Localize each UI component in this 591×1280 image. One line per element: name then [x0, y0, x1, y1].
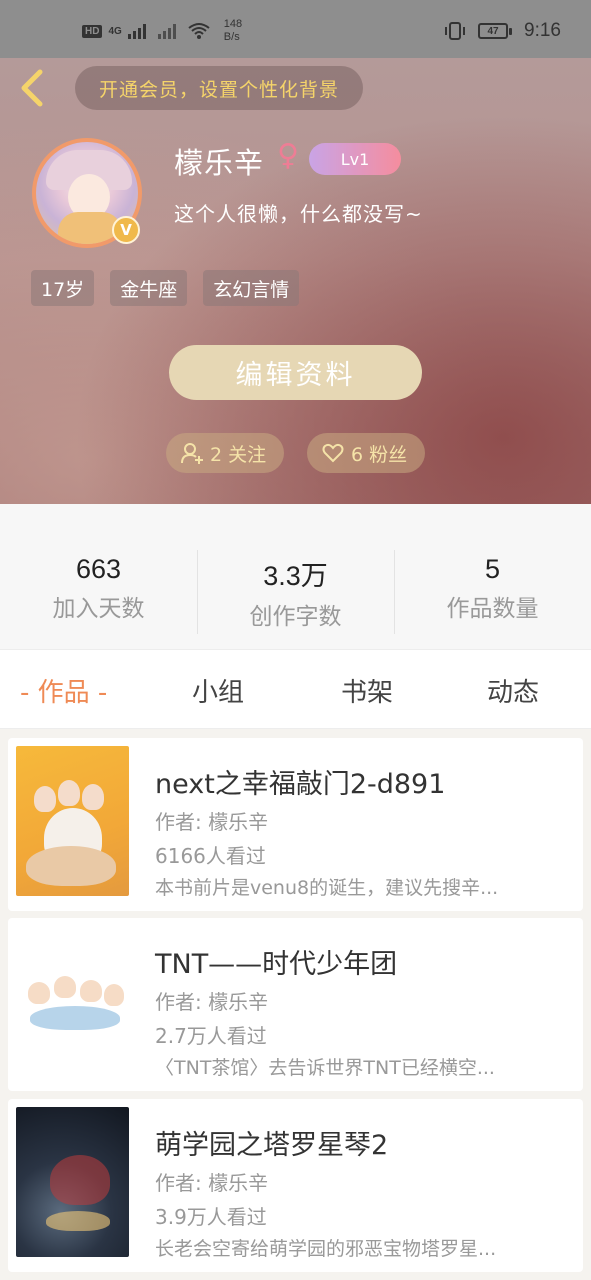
work-title: 萌学园之塔罗星琴2 — [155, 1130, 389, 1161]
signal-icon — [127, 23, 146, 39]
work-author: 作者: 檬乐辛 — [155, 990, 269, 1014]
tag-age: 17岁 — [31, 270, 95, 306]
tab-groups[interactable]: 小组 — [192, 672, 244, 709]
following-button[interactable]: 2 关注 — [166, 433, 284, 473]
stat-works-label: 作品数量 — [446, 596, 539, 622]
female-icon: ♀ — [277, 138, 299, 173]
vibrate-icon — [445, 22, 466, 40]
work-views: 6166人看过 — [155, 844, 266, 868]
work-author: 作者: 檬乐辛 — [155, 1171, 269, 1195]
battery-level: 47 — [478, 23, 509, 39]
work-cover — [16, 926, 129, 1076]
work-title: next之幸福敲门2-d891 — [155, 769, 446, 800]
stat-works: 5 作品数量 — [394, 554, 591, 623]
speed-value: 148 — [223, 18, 243, 30]
work-views: 3.9万人看过 — [155, 1205, 267, 1229]
status-right: 47 9:16 — [444, 20, 561, 42]
stat-days: 663 加入天数 — [0, 554, 197, 623]
level-badge: Lv1 — [309, 143, 401, 175]
status-left: HD 4G 148 B/s — [82, 18, 242, 44]
profile-tabs: - 作品 - 小组 书架 动态 — [0, 649, 591, 729]
tab-works[interactable]: - 作品 - — [20, 672, 107, 709]
work-card[interactable]: next之幸福敲门2-d891 作者: 檬乐辛 6166人看过 本书前片是ven… — [8, 738, 583, 911]
stat-days-value: 663 — [75, 554, 122, 584]
signal-icon-2 — [157, 23, 176, 39]
work-card[interactable]: 萌学园之塔罗星琴2 作者: 檬乐辛 3.9万人看过 长老会空寄给萌学园的邪恶宝物… — [8, 1099, 583, 1272]
work-description: 长老会空寄给萌学园的邪恶宝物塔罗星... — [155, 1238, 497, 1260]
clock: 9:16 — [524, 20, 561, 41]
vip-badge-icon: V — [112, 216, 140, 244]
work-cover — [16, 1107, 129, 1257]
work-cover — [16, 746, 129, 896]
work-views: 2.7万人看过 — [155, 1024, 267, 1048]
tag-list: 17岁 金牛座 玄幻言情 — [31, 270, 300, 306]
stats-panel: 663 加入天数 3.3万 创作字数 5 作品数量 — [0, 504, 591, 649]
wifi-icon — [188, 23, 210, 39]
work-description: 本书前片是venu8的诞生，建议先搜辛... — [155, 877, 499, 899]
add-user-icon — [181, 443, 203, 464]
tag-genre: 玄幻言情 — [203, 270, 300, 306]
following-label: 2 关注 — [210, 443, 267, 466]
followers-label: 6 粉丝 — [351, 443, 408, 466]
network-speed: 148 B/s — [224, 18, 242, 44]
vip-background-button[interactable]: 开通会员，设置个性化背景 — [75, 66, 363, 110]
heart-icon — [322, 443, 344, 463]
stat-words-value: 3.3万 — [263, 561, 328, 591]
work-author: 作者: 檬乐辛 — [155, 810, 269, 834]
tab-bookshelf[interactable]: 书架 — [341, 672, 393, 709]
status-bar: HD 4G 148 B/s 47 9:16 — [0, 0, 591, 58]
work-description: 〈TNT茶馆〉去告诉世界TNT已经横空... — [155, 1057, 495, 1079]
username: 檬乐辛 — [174, 146, 265, 180]
tab-activity[interactable]: 动态 — [487, 672, 539, 709]
work-title: TNT——时代少年团 — [155, 949, 398, 980]
hd-badge: HD — [82, 24, 103, 38]
stat-words-label: 创作字数 — [249, 604, 342, 630]
battery-icon: 47 — [478, 23, 513, 39]
work-card[interactable]: TNT——时代少年团 作者: 檬乐辛 2.7万人看过 〈TNT茶馆〉去告诉世界T… — [8, 918, 583, 1091]
stat-works-value: 5 — [484, 554, 501, 584]
back-arrow-icon[interactable] — [16, 66, 46, 110]
signature: 这个人很懒，什么都没写~ — [174, 202, 423, 226]
stat-days-label: 加入天数 — [52, 596, 145, 622]
edit-profile-button[interactable]: 编辑资料 — [169, 345, 422, 400]
tag-zodiac: 金牛座 — [110, 270, 188, 306]
speed-unit: B/s — [223, 31, 240, 43]
stat-words: 3.3万 创作字数 — [197, 554, 394, 631]
net-type: 4G — [108, 25, 122, 37]
followers-button[interactable]: 6 粉丝 — [307, 433, 425, 473]
